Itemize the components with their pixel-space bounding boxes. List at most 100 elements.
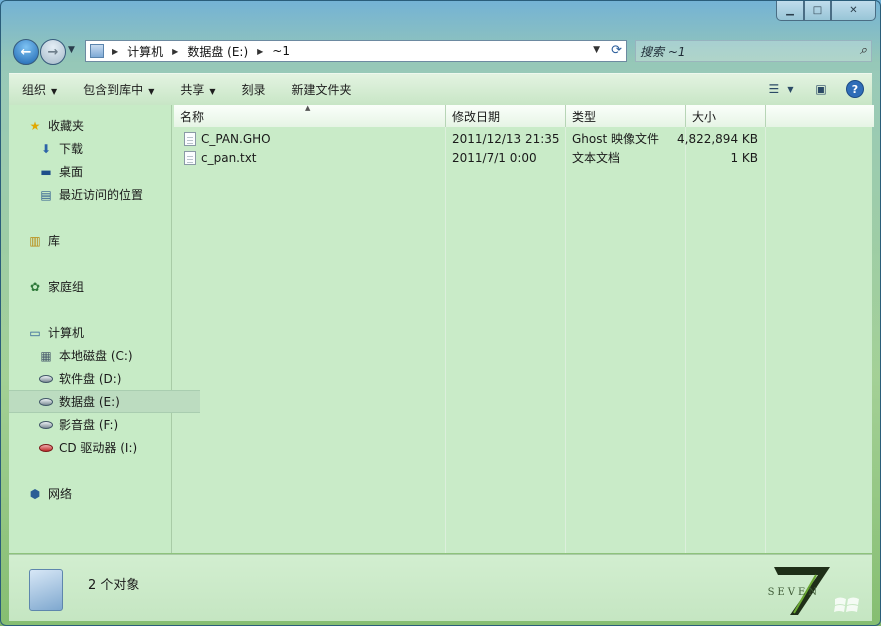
drive-icon bbox=[38, 417, 54, 433]
minimize-button[interactable]: ▁ bbox=[776, 1, 804, 21]
cd-drive-icon bbox=[38, 440, 54, 456]
sidebar-item-recent-places[interactable]: ▤ 最近访问的位置 bbox=[9, 184, 200, 205]
breadcrumb-computer[interactable]: 计算机 bbox=[127, 43, 163, 60]
arrow-left-icon: ← bbox=[20, 44, 32, 60]
sidebar-item-label: 家庭组 bbox=[48, 280, 85, 294]
help-icon: ? bbox=[846, 80, 864, 98]
explorer-window: ▁ □ ✕ ← → ▼ ▶ 计算机 ▶ 数据盘 (E:) ▶ ~1 ▼ ⟳ 搜索… bbox=[0, 0, 881, 626]
sidebar-item-desktop[interactable]: ▬ 桌面 bbox=[9, 161, 200, 182]
library-icon: ▥ bbox=[29, 233, 41, 248]
system-drive-icon: ▦ bbox=[40, 348, 52, 363]
column-header-modified[interactable]: 修改日期 bbox=[446, 105, 566, 127]
column-divider bbox=[685, 127, 686, 553]
refresh-icon[interactable]: ⟳ bbox=[611, 43, 622, 58]
include-in-library-button[interactable]: 包含到库中 ▼ bbox=[70, 81, 167, 98]
sidebar-item-homegroup[interactable]: ✿ 家庭组 bbox=[9, 276, 189, 297]
item-count: 2 个对象 bbox=[88, 578, 140, 593]
sidebar-item-libraries[interactable]: ▥ 库 bbox=[9, 230, 189, 251]
column-header-filler bbox=[766, 105, 874, 127]
sidebar-item-label: 收藏夹 bbox=[48, 119, 85, 133]
share-label: 共享 bbox=[180, 83, 205, 97]
close-button[interactable]: ✕ bbox=[831, 1, 876, 21]
sidebar-item-drive-c[interactable]: ▦ 本地磁盘 (C:) bbox=[9, 345, 200, 366]
file-row-name[interactable]: C_PAN.GHO bbox=[184, 129, 271, 148]
file-name: C_PAN.GHO bbox=[201, 131, 271, 146]
file-row-size: 1 KB bbox=[686, 148, 758, 167]
back-button[interactable]: ← bbox=[13, 39, 39, 65]
preview-pane-button[interactable]: ▣ bbox=[810, 79, 832, 99]
column-header-label: 名称 bbox=[180, 109, 205, 124]
chevron-down-icon: ▼ bbox=[787, 84, 794, 94]
search-icon[interactable]: ⌕ bbox=[860, 43, 867, 58]
column-header-type[interactable]: 类型 bbox=[566, 105, 686, 127]
breadcrumb-arrow-icon[interactable]: ▶ bbox=[172, 47, 178, 56]
file-name: c_pan.txt bbox=[201, 150, 257, 165]
new-folder-button[interactable]: 新建文件夹 bbox=[279, 81, 365, 98]
change-view-button[interactable]: ☰ ▼ bbox=[769, 79, 794, 99]
maximize-button[interactable]: □ bbox=[804, 1, 831, 21]
sidebar-item-label: 库 bbox=[48, 234, 61, 248]
details-pane: 2 个对象 SEVEN bbox=[9, 554, 872, 621]
sidebar-item-label: 影音盘 (F:) bbox=[59, 418, 119, 432]
file-size: 1 KB bbox=[730, 150, 758, 165]
sidebar-item-computer[interactable]: ▭ 计算机 bbox=[9, 322, 189, 343]
burn-button[interactable]: 刻录 bbox=[229, 81, 279, 98]
sidebar-item-label: 数据盘 (E:) bbox=[59, 395, 120, 409]
sidebar-item-favorites[interactable]: ★ 收藏夹 bbox=[9, 115, 189, 136]
column-header-size[interactable]: 大小 bbox=[686, 105, 766, 127]
recent-pages-dropdown[interactable]: ▼ bbox=[68, 45, 75, 55]
sidebar-item-drive-d[interactable]: 软件盘 (D:) bbox=[9, 368, 200, 389]
column-header-label: 类型 bbox=[572, 109, 597, 124]
address-bar[interactable]: ▶ 计算机 ▶ 数据盘 (E:) ▶ ~1 ▼ ⟳ bbox=[85, 40, 627, 62]
sidebar-item-label: 桌面 bbox=[59, 165, 84, 179]
column-header-label: 修改日期 bbox=[452, 109, 501, 124]
seven-logo-text: SEVEN bbox=[767, 587, 820, 598]
column-header-name[interactable]: ▲ 名称 bbox=[174, 104, 446, 127]
navigation-pane[interactable]: ★ 收藏夹 ⬇ 下载 ▬ 桌面 ▤ 最近访问的位置 ▥ 库 ✿ 家庭组 ▭ 计算… bbox=[9, 105, 200, 553]
organize-label: 组织 bbox=[22, 83, 47, 97]
include-in-library-label: 包含到库中 bbox=[83, 83, 144, 97]
chevron-down-icon: ▼ bbox=[51, 87, 58, 96]
file-type: Ghost 映像文件 bbox=[572, 132, 660, 146]
breadcrumb-arrow-icon[interactable]: ▶ bbox=[257, 47, 263, 56]
search-input[interactable]: 搜索 ~1 ⌕ bbox=[635, 40, 872, 62]
sidebar-item-downloads[interactable]: ⬇ 下载 bbox=[9, 138, 200, 159]
share-button[interactable]: 共享 ▼ bbox=[167, 81, 228, 98]
file-row-name[interactable]: c_pan.txt bbox=[184, 148, 257, 167]
navigation-bar: ← → ▼ ▶ 计算机 ▶ 数据盘 (E:) ▶ ~1 ▼ ⟳ 搜索 ~1 ⌕ bbox=[11, 37, 872, 67]
desktop-icon: ▬ bbox=[40, 164, 52, 179]
breadcrumb-arrow-icon[interactable]: ▶ bbox=[112, 47, 118, 56]
file-icon bbox=[184, 131, 196, 146]
caption-buttons: ▁ □ ✕ bbox=[776, 1, 876, 21]
sidebar-item-drive-f[interactable]: 影音盘 (F:) bbox=[9, 414, 200, 435]
computer-icon: ▭ bbox=[29, 325, 41, 340]
help-button[interactable]: ? bbox=[844, 79, 866, 99]
breadcrumb-current-folder[interactable]: ~1 bbox=[272, 44, 290, 58]
file-modified: 2011/12/13 21:35 bbox=[452, 131, 560, 146]
file-modified: 2011/7/1 0:00 bbox=[452, 150, 537, 165]
sidebar-item-label: 网络 bbox=[48, 487, 73, 501]
column-divider bbox=[565, 127, 566, 553]
breadcrumb-data-drive[interactable]: 数据盘 (E:) bbox=[187, 43, 248, 60]
sort-ascending-icon: ▲ bbox=[305, 104, 311, 112]
organize-button[interactable]: 组织 ▼ bbox=[9, 81, 70, 98]
forward-button[interactable]: → bbox=[40, 39, 66, 65]
sidebar-item-cd-drive[interactable]: CD 驱动器 (I:) bbox=[9, 437, 200, 458]
sidebar-item-drive-e[interactable]: 数据盘 (E:) bbox=[9, 390, 200, 413]
column-divider bbox=[445, 127, 446, 553]
address-dropdown-icon[interactable]: ▼ bbox=[593, 45, 600, 55]
recent-places-icon: ▤ bbox=[40, 187, 52, 202]
sidebar-item-label: 计算机 bbox=[48, 326, 85, 340]
folder-icon bbox=[90, 44, 104, 58]
file-row-modified: 2011/12/13 21:35 bbox=[452, 129, 560, 148]
burn-label: 刻录 bbox=[241, 83, 266, 97]
sidebar-item-label: 下载 bbox=[59, 142, 84, 156]
view-controls: ☰ ▼ ▣ ? bbox=[762, 79, 866, 99]
file-list[interactable]: ▲ 名称 修改日期 类型 大小 C_PAN.GHO 2011/12/13 21:… bbox=[174, 104, 874, 553]
file-size: 4,822,894 KB bbox=[677, 131, 758, 146]
sidebar-item-network[interactable]: ⬢ 网络 bbox=[9, 483, 189, 504]
folder-icon bbox=[29, 569, 63, 611]
text-file-icon bbox=[184, 150, 196, 165]
chevron-down-icon: ▼ bbox=[148, 87, 155, 96]
search-placeholder: 搜索 ~1 bbox=[640, 44, 686, 59]
